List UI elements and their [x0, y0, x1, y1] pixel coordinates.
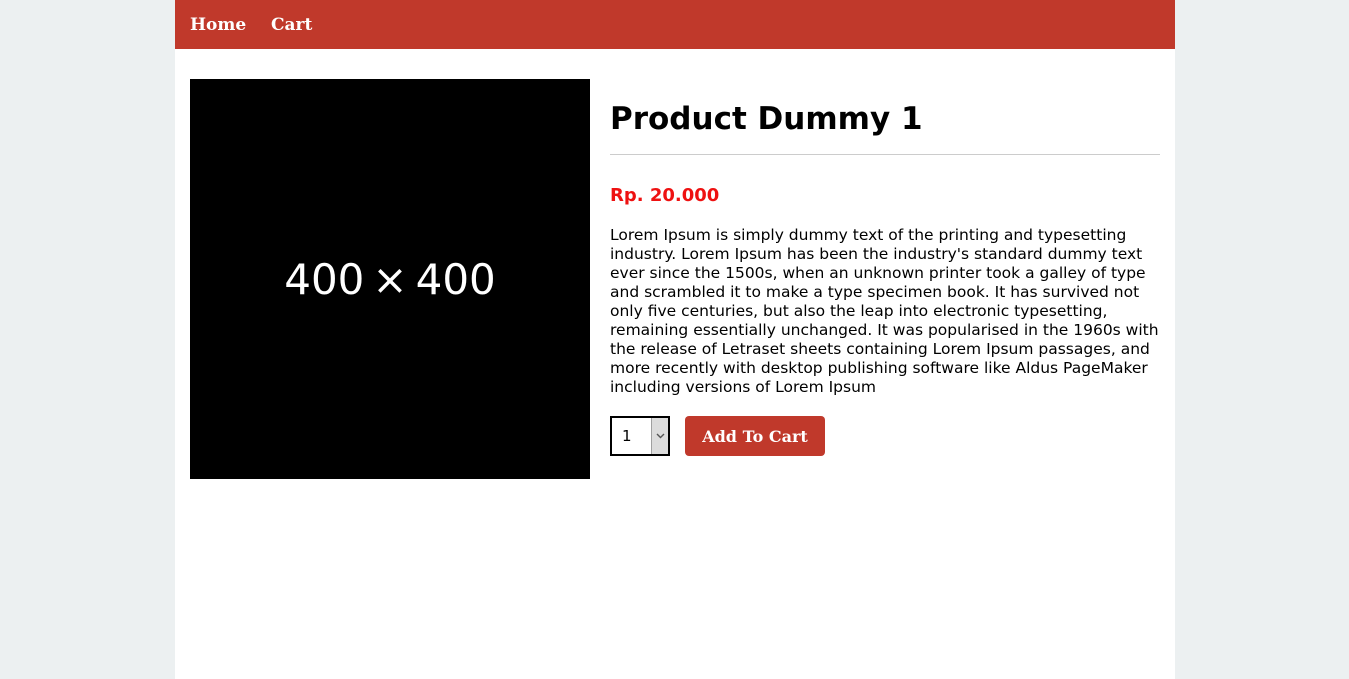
title-divider — [610, 154, 1160, 155]
product-price: Rp. 20.000 — [610, 185, 720, 206]
chevron-down-icon[interactable] — [651, 418, 668, 454]
nav-cart-link[interactable]: Cart — [271, 15, 312, 35]
quantity-selected-value: 1 — [622, 427, 632, 445]
image-placeholder-width: 400 — [284, 254, 365, 304]
product-description: Lorem Ipsum is simply dummy text of the … — [610, 226, 1159, 396]
image-placeholder-times: × — [372, 254, 408, 304]
product-title: Product Dummy 1 — [610, 101, 923, 137]
product-image: 400 × 400 — [190, 79, 590, 479]
add-to-cart-button[interactable]: Add To Cart — [685, 416, 825, 456]
navbar: Home Cart — [175, 0, 1175, 49]
nav-home-link[interactable]: Home — [190, 15, 246, 35]
page-container: Home Cart 400 × 400 Product Dummy 1 Rp. … — [175, 0, 1175, 679]
image-placeholder-height: 400 — [415, 254, 496, 304]
quantity-select[interactable]: 1 — [610, 416, 670, 456]
